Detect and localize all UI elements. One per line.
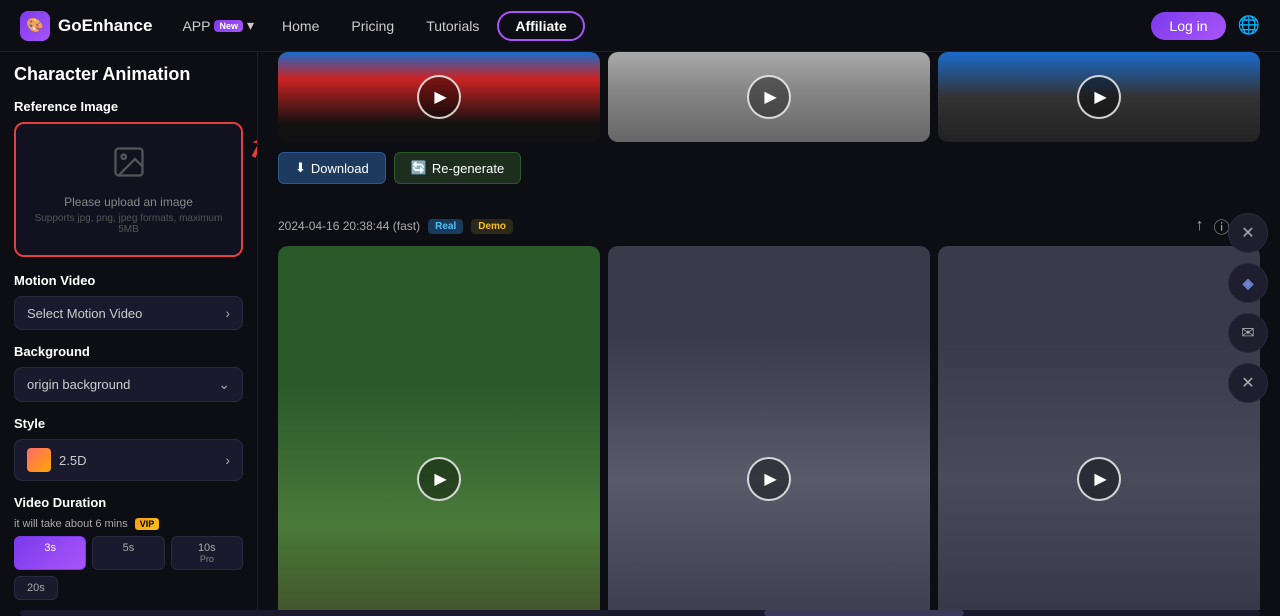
content-area: ▶ ▶ ▶ ⬇ Download 🔄 Re-generate: [258, 52, 1280, 610]
mail-float-button[interactable]: ✉: [1228, 313, 1268, 353]
entry-1-time: 2024-04-16 20:38:44 (fast): [278, 219, 420, 233]
tag-demo-1: Demo: [471, 219, 513, 234]
vip-badge: VIP: [135, 518, 160, 530]
nav: APP New ▾ Home Pricing Tutorials Affilia…: [172, 11, 1151, 41]
bottom-scrollbar[interactable]: [20, 610, 1260, 616]
sidebar: Character Animation Reference Image Plea…: [0, 52, 258, 610]
motion-video-section: Motion Video Select Motion Video ›: [14, 273, 243, 330]
video-thumb-girl[interactable]: ▶: [608, 246, 930, 610]
style-name: 2.5D: [59, 453, 86, 468]
motion-video-label: Motion Video: [14, 273, 243, 288]
style-section: Style 2.5D ›: [14, 416, 243, 481]
play-icon-girl: ▶: [764, 469, 776, 489]
style-thumbnail: [27, 448, 51, 472]
duration-5s[interactable]: 5s: [92, 536, 164, 570]
logo[interactable]: 🎨 GoEnhance: [20, 11, 152, 41]
nav-app-label: APP: [182, 18, 210, 34]
entry-1-header: 2024-04-16 20:38:44 (fast) Real Demo ↑ ⓘ…: [278, 202, 1260, 238]
video-thumb-legs1: ▶: [278, 52, 600, 142]
header-right: Log in 🌐: [1151, 12, 1260, 40]
background-value: origin background: [27, 377, 130, 392]
top-partial-buttons: ⬇ Download 🔄 Re-generate: [278, 152, 1260, 184]
style-inner: 2.5D: [27, 448, 86, 472]
logo-icon: 🎨: [20, 11, 50, 41]
play-icon-cat1: ▶: [434, 469, 446, 489]
close-float-button-2[interactable]: ✕: [1228, 363, 1268, 403]
nav-app-item[interactable]: APP New ▾: [172, 12, 264, 39]
scrollbar-thumb: [764, 610, 964, 616]
chevron-right-style-icon: ›: [225, 452, 230, 468]
upload-hint: Supports jpg, png, jpeg formats, maximum…: [26, 213, 231, 235]
header: 🎨 GoEnhance APP New ▾ Home Pricing Tutor…: [0, 0, 1280, 52]
close-icon: ✕: [1241, 223, 1254, 243]
close-icon-2: ✕: [1241, 373, 1254, 393]
close-float-button[interactable]: ✕: [1228, 213, 1268, 253]
play-button-3[interactable]: ▶: [1077, 75, 1121, 119]
chevron-down-bg-icon: ⌄: [218, 376, 230, 393]
play-icon-2: ▶: [764, 87, 776, 107]
badge-new: New: [214, 20, 243, 32]
discord-float-button[interactable]: ◈: [1228, 263, 1268, 303]
background-select[interactable]: origin background ⌄: [14, 367, 243, 402]
share-button-1[interactable]: ↑: [1196, 217, 1204, 235]
reference-image-section: Reference Image Please upload an image S…: [14, 99, 243, 257]
duration-20s[interactable]: 20s: [14, 576, 58, 600]
upload-text: Please upload an image: [64, 195, 193, 209]
entry-1-video-grid: ▶ ▶ ▶: [278, 246, 1260, 610]
video-thumb-cat2[interactable]: ▶: [938, 246, 1260, 610]
login-button[interactable]: Log in: [1151, 12, 1225, 40]
page-title: Character Animation: [14, 64, 243, 85]
nav-affiliate[interactable]: Affiliate: [497, 11, 584, 41]
video-thumb-legs3: ▶: [938, 52, 1260, 142]
download-icon-top: ⬇: [295, 160, 306, 176]
nav-pricing[interactable]: Pricing: [337, 13, 408, 39]
discord-icon: ◈: [1243, 275, 1254, 292]
globe-icon[interactable]: 🌐: [1238, 15, 1260, 36]
chevron-down-icon: ▾: [247, 17, 254, 34]
nav-home[interactable]: Home: [268, 13, 333, 39]
play-button[interactable]: ▶: [417, 75, 461, 119]
chevron-right-icon: ›: [225, 305, 230, 321]
style-label: Style: [14, 416, 243, 431]
play-girl[interactable]: ▶: [747, 457, 791, 501]
floating-actions: ✕ ◈ ✉ ✕: [1228, 213, 1268, 403]
video-duration-label: Video Duration: [14, 495, 243, 510]
top-download-button[interactable]: ⬇ Download: [278, 152, 386, 184]
play-button-2[interactable]: ▶: [747, 75, 791, 119]
mail-icon: ✉: [1241, 323, 1254, 343]
duration-hint: it will take about 6 mins VIP: [14, 518, 243, 530]
style-select[interactable]: 2.5D ›: [14, 439, 243, 481]
background-section: Background origin background ⌄: [14, 344, 243, 402]
play-icon: ▶: [434, 87, 446, 107]
upload-icon: [111, 144, 147, 187]
motion-video-select[interactable]: Select Motion Video ›: [14, 296, 243, 330]
arrow-indicator: ➚: [241, 127, 258, 166]
logo-text: GoEnhance: [58, 16, 152, 36]
background-label: Background: [14, 344, 243, 359]
generation-entry-1: 2024-04-16 20:38:44 (fast) Real Demo ↑ ⓘ…: [278, 202, 1260, 610]
play-icon-cat2: ▶: [1094, 469, 1106, 489]
ref-image-label: Reference Image: [14, 99, 243, 114]
duration-10s[interactable]: 10s Pro: [171, 536, 243, 570]
duration-3s[interactable]: 3s: [14, 536, 86, 570]
tag-real-1: Real: [428, 219, 463, 234]
main-layout: Character Animation Reference Image Plea…: [0, 52, 1280, 610]
play-icon-3: ▶: [1094, 87, 1106, 107]
top-partial-row: ▶ ▶ ▶: [278, 52, 1260, 142]
regenerate-icon-top: 🔄: [411, 160, 427, 176]
play-cat2[interactable]: ▶: [1077, 457, 1121, 501]
video-thumb-cat1[interactable]: ▶: [278, 246, 600, 610]
nav-tutorials[interactable]: Tutorials: [412, 13, 493, 39]
duration-options: 3s 5s 10s Pro: [14, 536, 243, 570]
video-duration-section: Video Duration it will take about 6 mins…: [14, 495, 243, 600]
play-cat1[interactable]: ▶: [417, 457, 461, 501]
reference-image-upload[interactable]: Please upload an image Supports jpg, png…: [14, 122, 243, 257]
top-regenerate-button[interactable]: 🔄 Re-generate: [394, 152, 521, 184]
video-thumb-legs2: ▶: [608, 52, 930, 142]
motion-video-value: Select Motion Video: [27, 306, 142, 321]
